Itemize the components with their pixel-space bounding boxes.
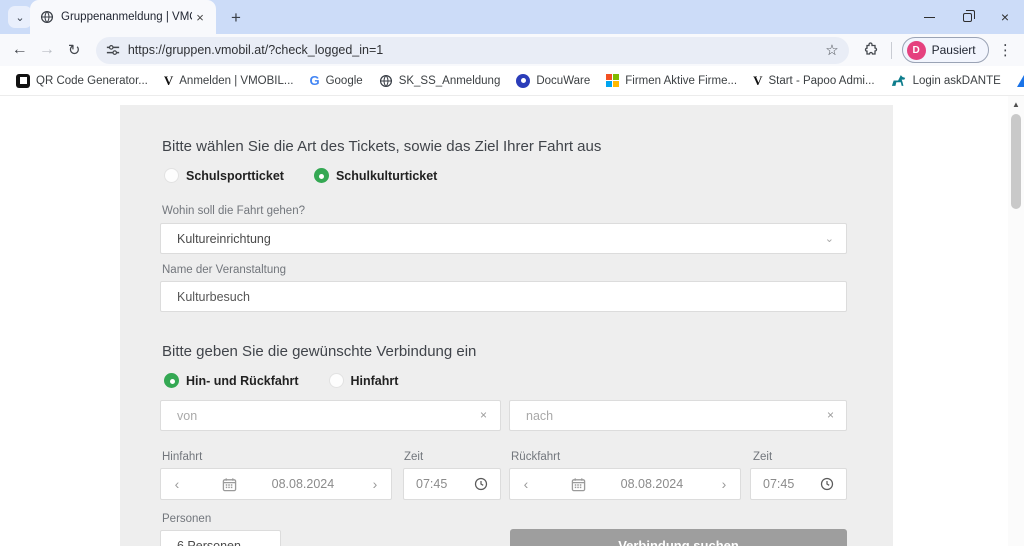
radio-hinfahrt[interactable]: Hinfahrt	[329, 373, 399, 388]
date-next-icon[interactable]: ›	[369, 476, 381, 492]
url-text[interactable]: https://gruppen.vmobil.at/?check_logged_…	[128, 43, 825, 57]
microsoft-icon	[606, 74, 619, 87]
search-connection-button[interactable]: Verbindung suchen	[510, 529, 847, 546]
page-content: Bitte wählen Sie die Art des Tickets, so…	[0, 96, 1024, 546]
radio-unchecked-icon[interactable]	[329, 373, 344, 388]
return-time-value[interactable]: 07:45	[763, 477, 794, 491]
connection-section-heading: Bitte geben Sie die gewünschte Verbindun…	[162, 343, 476, 360]
persons-label: Personen	[162, 513, 211, 525]
calendar-icon	[571, 477, 586, 492]
radio-schulsportticket[interactable]: Schulsportticket	[164, 168, 284, 183]
scrollbar[interactable]: ▲	[1008, 96, 1024, 546]
v-logo-icon: V	[753, 73, 762, 89]
new-tab-button[interactable]: +	[224, 6, 248, 30]
clear-to-icon[interactable]: ×	[827, 408, 834, 422]
scrollbar-thumb[interactable]	[1011, 114, 1021, 209]
browser-tab[interactable]: Gruppenanmeldung | VMOBIL ×	[30, 0, 216, 34]
v-logo-icon: V	[164, 73, 173, 89]
return-date-value[interactable]: 08.08.2024	[621, 477, 684, 491]
bookmark-startseite[interactable]: Startseite	[1009, 72, 1024, 90]
calendar-icon	[222, 477, 237, 492]
date-prev-icon[interactable]: ‹	[171, 476, 183, 492]
bookmark-star-icon[interactable]: ☆	[825, 41, 838, 59]
globe-icon	[379, 74, 393, 88]
destination-label: Wohin soll die Fahrt gehen?	[162, 205, 305, 217]
chevron-down-icon: ⌄	[15, 11, 24, 24]
bookmark-sk-ss-anmeldung[interactable]: SK_SS_Anmeldung	[371, 71, 509, 91]
destination-select[interactable]: Kultureinrichtung ⌄	[160, 223, 847, 254]
date-prev-icon[interactable]: ‹	[520, 476, 532, 492]
google-icon: G	[309, 73, 319, 88]
browser-toolbar: ← → ↻ https://gruppen.vmobil.at/?check_l…	[0, 34, 1024, 66]
dog-icon	[891, 74, 907, 87]
date-next-icon[interactable]: ›	[718, 476, 730, 492]
extensions-icon[interactable]	[863, 42, 879, 58]
bookmark-askdante[interactable]: Login askDANTE	[883, 71, 1009, 90]
clear-from-icon[interactable]: ×	[480, 408, 487, 422]
address-bar[interactable]: https://gruppen.vmobil.at/?check_logged_…	[96, 37, 849, 64]
globe-icon	[40, 10, 54, 24]
profile-button[interactable]: D Pausiert	[902, 37, 989, 63]
radio-hin-und-rueckfahrt[interactable]: Hin- und Rückfahrt	[164, 373, 299, 388]
to-input[interactable]	[509, 400, 847, 431]
window-controls: ×	[910, 0, 1024, 34]
event-name-label: Name der Veranstaltung	[162, 264, 286, 276]
outbound-date-picker[interactable]: ‹ 08.08.2024 ›	[160, 468, 392, 500]
bookmark-qr-code[interactable]: QR Code Generator...	[8, 71, 156, 91]
from-input[interactable]	[160, 400, 501, 431]
chevron-down-icon: ⌄	[259, 539, 268, 546]
avatar: D	[907, 41, 926, 60]
reload-button[interactable]: ↻	[61, 36, 88, 64]
bookmark-papoo[interactable]: V Start - Papoo Admi...	[745, 70, 883, 92]
tab-close-icon[interactable]: ×	[192, 9, 208, 25]
qr-code-icon	[16, 74, 30, 88]
toolbar-divider	[891, 42, 892, 59]
trip-type-radio-group: Hin- und Rückfahrt Hinfahrt	[164, 373, 398, 388]
tab-title: Gruppenanmeldung | VMOBIL	[61, 11, 192, 23]
bookmark-google[interactable]: G Google	[301, 70, 370, 91]
outbound-time-label: Zeit	[404, 451, 423, 463]
profile-label: Pausiert	[932, 43, 976, 57]
outbound-date-value[interactable]: 08.08.2024	[272, 477, 335, 491]
maximize-button[interactable]	[948, 0, 986, 34]
outbound-time-value[interactable]: 07:45	[416, 477, 447, 491]
scroll-up-icon[interactable]: ▲	[1008, 100, 1024, 109]
forward-button[interactable]: →	[33, 36, 60, 64]
outbound-date-label: Hinfahrt	[162, 451, 202, 463]
form-card: Bitte wählen Sie die Art des Tickets, so…	[120, 105, 893, 546]
bookmarks-bar: QR Code Generator... V Anmelden | VMOBIL…	[0, 66, 1024, 96]
minimize-icon	[924, 17, 935, 18]
minimize-button[interactable]	[910, 0, 948, 34]
radio-schulkulturticket[interactable]: Schulkulturticket	[314, 168, 437, 183]
return-date-label: Rückfahrt	[511, 451, 560, 463]
bookmark-docuware[interactable]: DocuWare	[508, 71, 598, 91]
return-time-picker[interactable]: 07:45	[750, 468, 847, 500]
restore-icon	[963, 13, 972, 22]
radio-checked-icon[interactable]	[164, 373, 179, 388]
persons-select[interactable]: 6 Personen ⌄	[160, 530, 281, 546]
return-date-picker[interactable]: ‹ 08.08.2024 ›	[509, 468, 741, 500]
ticket-section-heading: Bitte wählen Sie die Art des Tickets, so…	[162, 138, 601, 155]
outbound-time-picker[interactable]: 07:45	[403, 468, 501, 500]
return-time-label: Zeit	[753, 451, 772, 463]
clock-icon	[820, 477, 834, 491]
chevron-down-icon: ⌄	[825, 232, 834, 245]
docuware-icon	[516, 74, 530, 88]
tune-icon[interactable]	[106, 43, 120, 57]
radio-checked-icon[interactable]	[314, 168, 329, 183]
browser-menu-icon[interactable]: ⋮	[993, 41, 1018, 59]
tab-search-button[interactable]: ⌄	[8, 6, 32, 28]
bookmark-vmobil-anmelden[interactable]: V Anmelden | VMOBIL...	[156, 70, 302, 92]
back-button[interactable]: ←	[6, 36, 33, 64]
close-button[interactable]: ×	[986, 0, 1024, 34]
clock-icon	[474, 477, 488, 491]
triangle-logo-icon	[1017, 75, 1024, 87]
tab-strip: ⌄ Gruppenanmeldung | VMOBIL × + ×	[0, 0, 1024, 34]
bookmark-firmen[interactable]: Firmen Aktive Firme...	[598, 71, 745, 90]
ticket-type-radio-group: Schulsportticket Schulkulturticket	[164, 168, 437, 183]
event-name-input[interactable]	[160, 281, 847, 312]
radio-unchecked-icon[interactable]	[164, 168, 179, 183]
